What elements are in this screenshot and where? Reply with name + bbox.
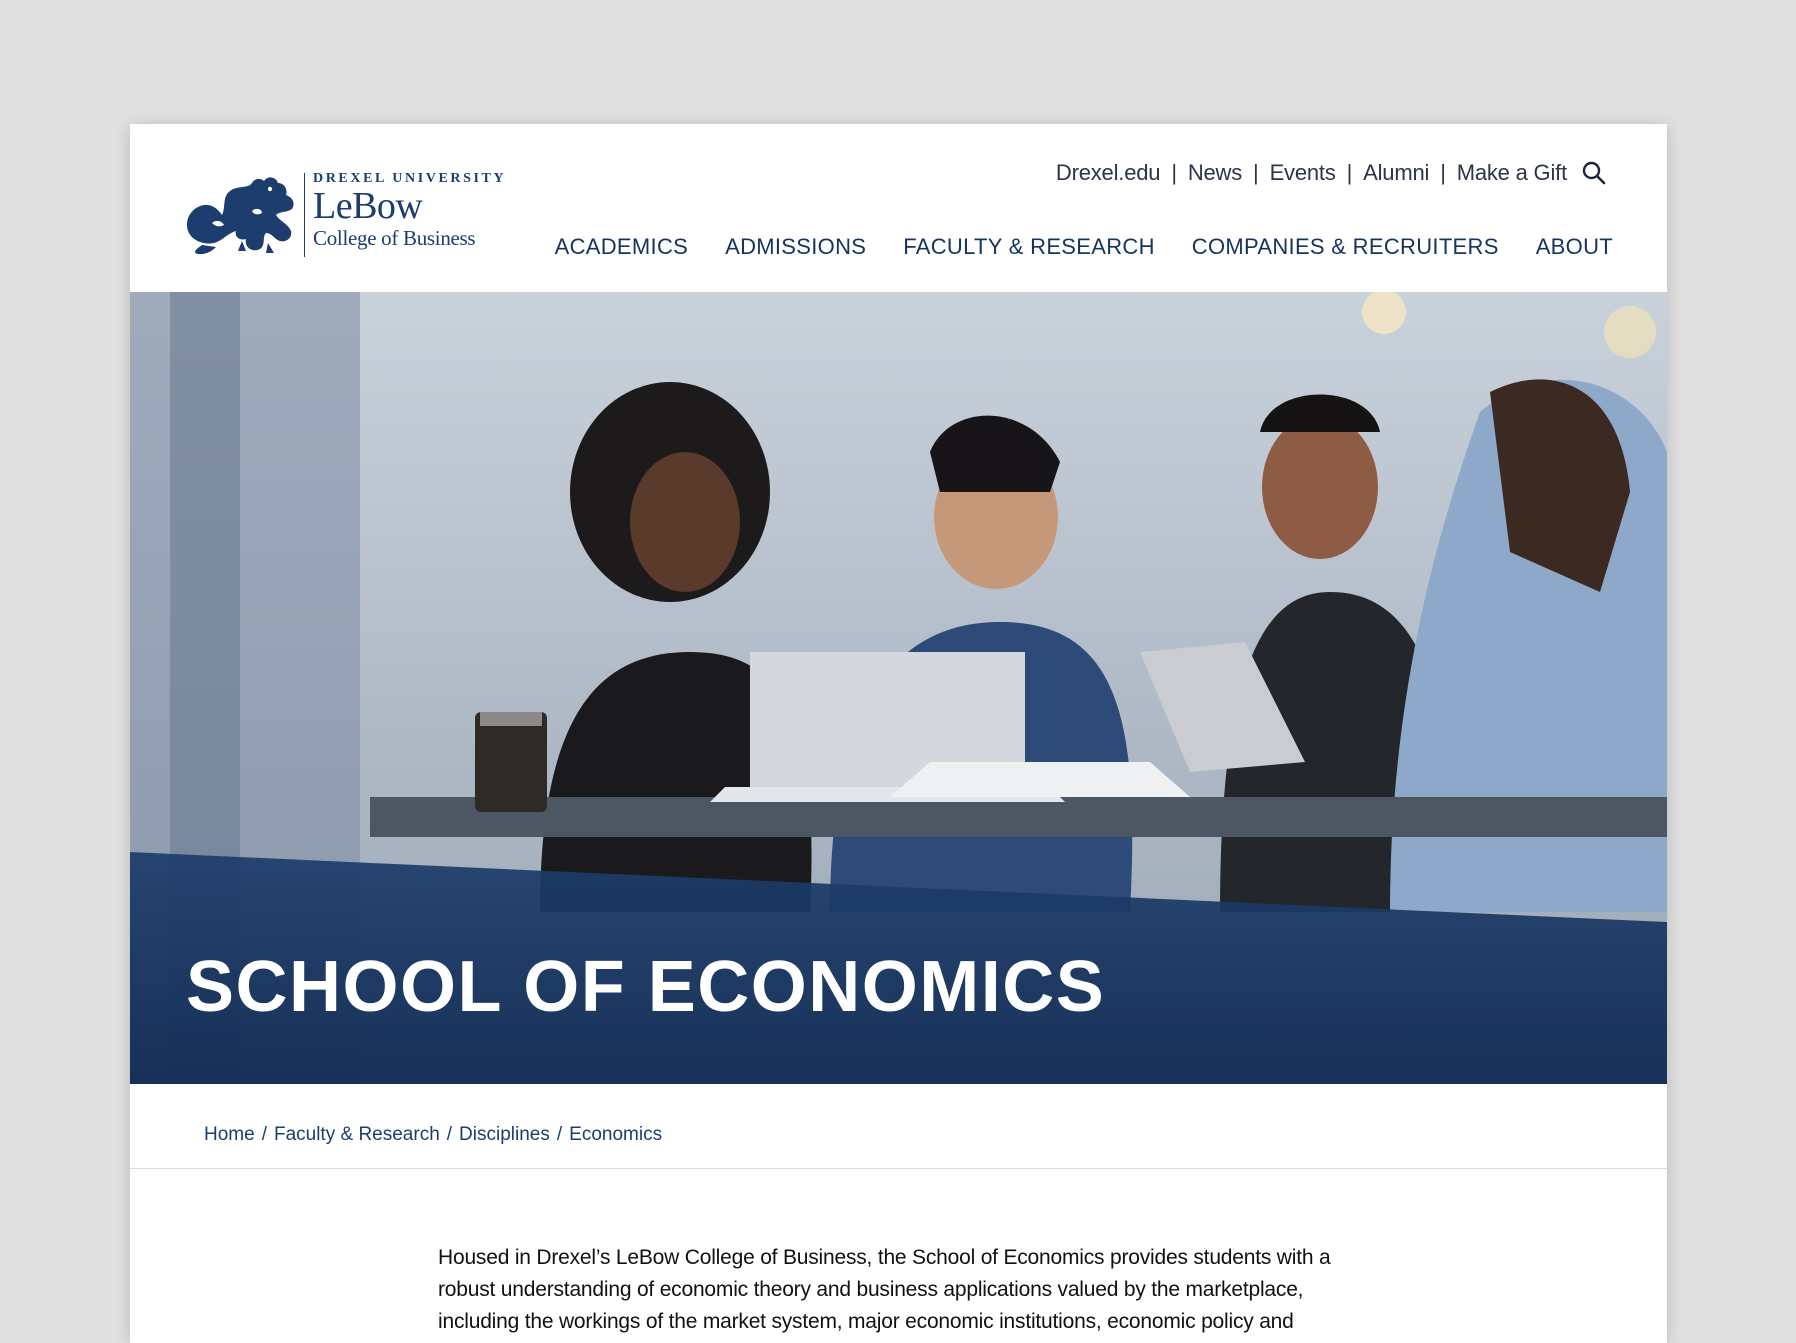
breadcrumb-separator: /: [261, 1124, 267, 1145]
hero-banner: SCHOOL OF ECONOMICS: [130, 292, 1667, 1084]
utility-link-drexel[interactable]: Drexel.edu: [1056, 160, 1161, 186]
lebow-logo[interactable]: DREXEL UNIVERSITY LeBow College of Busin…: [182, 171, 506, 257]
breadcrumb-divider: [130, 1168, 1667, 1169]
breadcrumb-separator: /: [446, 1124, 453, 1145]
logo-divider: [304, 173, 305, 257]
utility-link-alumni[interactable]: Alumni: [1363, 160, 1429, 186]
site-header: DREXEL UNIVERSITY LeBow College of Busin…: [130, 124, 1667, 292]
utility-separator: |: [1440, 160, 1446, 185]
nav-item-faculty-research[interactable]: FACULTY & RESEARCH: [903, 234, 1155, 260]
nav-item-admissions[interactable]: ADMISSIONS: [725, 234, 866, 260]
utility-nav: Drexel.edu | News | Events | Alumni | Ma…: [1056, 160, 1567, 186]
breadcrumb-home[interactable]: Home: [204, 1124, 255, 1146]
utility-link-news[interactable]: News: [1188, 160, 1242, 186]
main-nav: ACADEMICS ADMISSIONS FACULTY & RESEARCH …: [555, 234, 1613, 260]
breadcrumb-separator: /: [556, 1124, 563, 1145]
nav-item-academics[interactable]: ACADEMICS: [555, 234, 689, 260]
utility-link-events[interactable]: Events: [1270, 160, 1336, 186]
breadcrumb-disciplines[interactable]: Disciplines: [459, 1124, 550, 1146]
nav-item-companies-recruiters[interactable]: COMPANIES & RECRUITERS: [1192, 234, 1499, 260]
logo-college: College of Business: [313, 226, 476, 250]
utility-link-make-a-gift[interactable]: Make a Gift: [1457, 160, 1567, 186]
logo-school: LeBow: [313, 185, 423, 227]
breadcrumb-faculty-research[interactable]: Faculty & Research: [274, 1124, 440, 1146]
page: DREXEL UNIVERSITY LeBow College of Busin…: [130, 124, 1667, 1343]
breadcrumb: Home / Faculty & Research / Disciplines …: [204, 1124, 662, 1146]
search-icon[interactable]: [1581, 160, 1607, 186]
nav-item-about[interactable]: ABOUT: [1536, 234, 1613, 260]
page-title: SCHOOL OF ECONOMICS: [186, 947, 1106, 1027]
breadcrumb-current: Economics: [569, 1124, 663, 1145]
utility-separator: |: [1253, 160, 1259, 185]
intro-paragraph: Housed in Drexel’s LeBow College of Busi…: [438, 1246, 1331, 1343]
logo-wordmark: DREXEL UNIVERSITY LeBow College of Busin…: [313, 171, 506, 251]
dragon-logo-icon: [186, 177, 294, 255]
utility-separator: |: [1171, 160, 1177, 185]
utility-separator: |: [1346, 160, 1353, 185]
